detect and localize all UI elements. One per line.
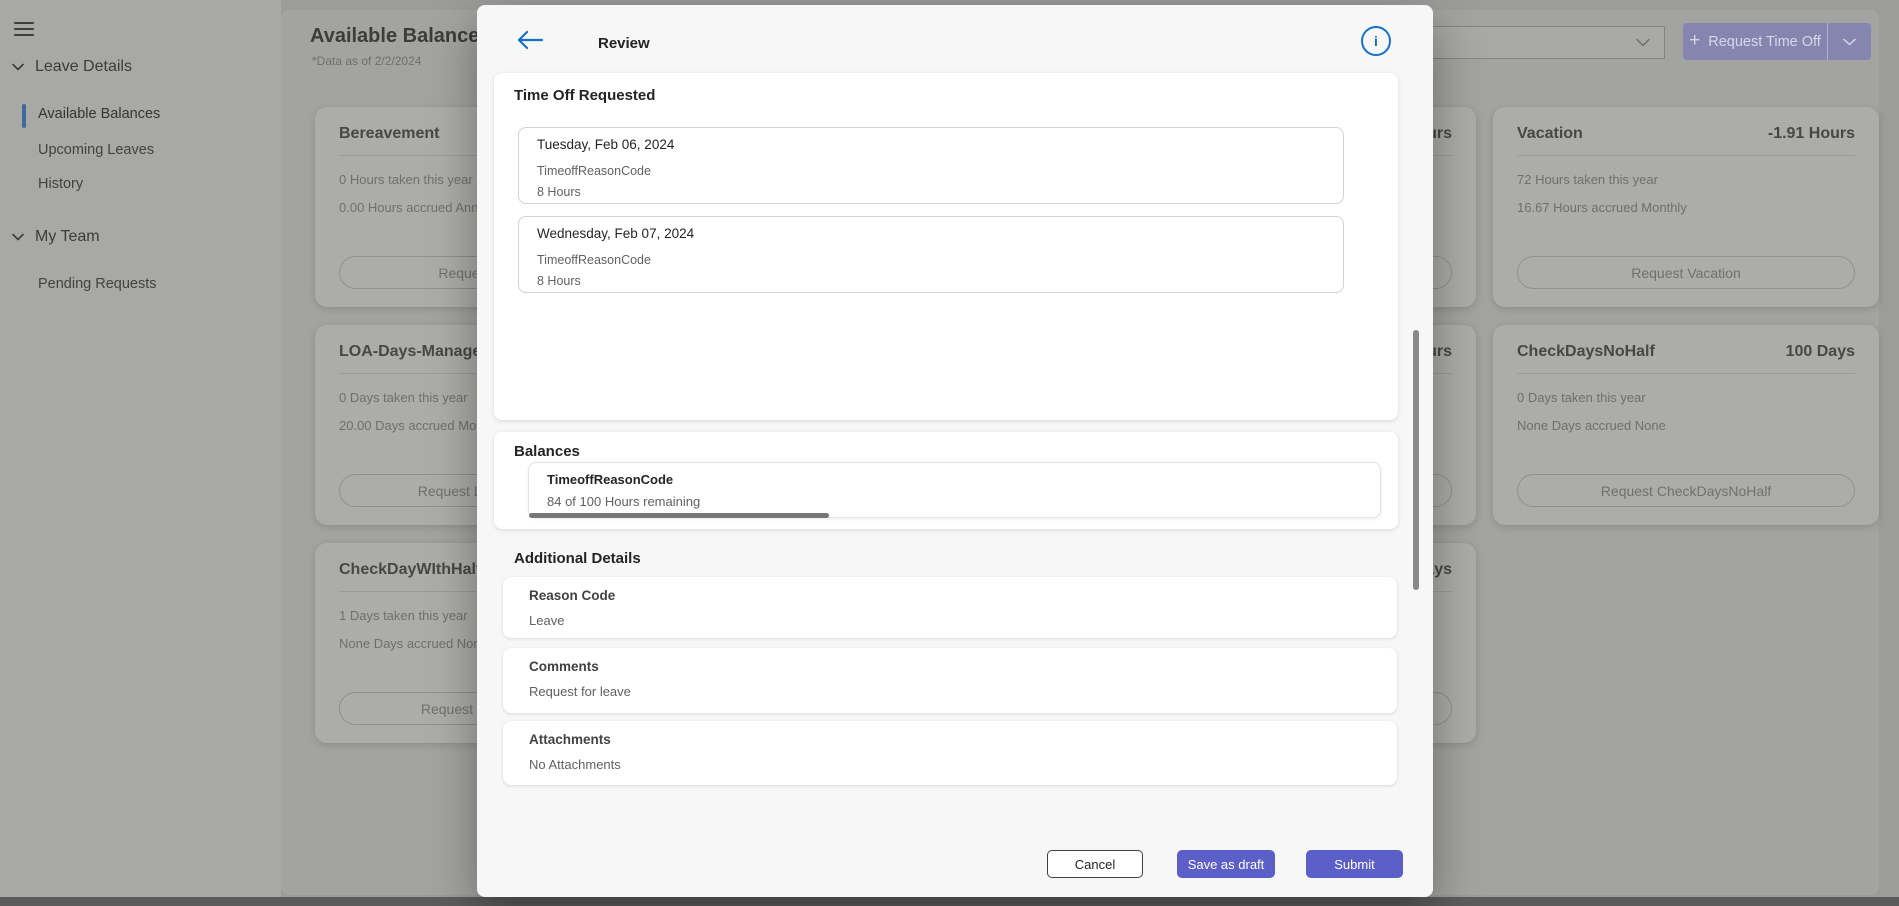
card-accrued: None Days accrued None [1517,418,1855,433]
modal-title: Review [598,35,650,52]
plus-icon: + [1689,31,1700,50]
bottom-edge-strip [0,897,1899,906]
entry-hours: 8 Hours [537,185,1325,199]
balance-remaining: 84 of 100 Hours remaining [547,494,1362,509]
selected-item-indicator [22,104,26,128]
request-time-off-menu-toggle[interactable] [1828,38,1871,46]
cancel-button[interactable]: Cancel [1047,850,1143,878]
entry-hours: 8 Hours [537,274,1325,288]
chevron-down-icon [1636,38,1650,47]
section-heading: Time Off Requested [514,87,655,104]
divider [1517,155,1855,156]
page-title: Available Balances [310,25,490,48]
request-time-off-button[interactable]: + Request Time Off [1683,23,1871,60]
sidebar-item-upcoming-leaves[interactable]: Upcoming Leaves [38,142,154,158]
detail-value: No Attachments [529,757,1371,772]
app-screen: Leave Details Available Balances Upcomin… [0,0,1899,906]
request-checkdaysnohalf-button[interactable]: Request CheckDaysNoHalf [1517,474,1855,507]
sidebar-section-label: Leave Details [35,58,132,76]
entry-reason: TimeoffReasonCode [537,253,1325,267]
sidebar-section-leave-details[interactable]: Leave Details [12,58,132,76]
time-off-entry: Tuesday, Feb 06, 2024 TimeoffReasonCode … [518,127,1344,204]
sidebar-item-history[interactable]: History [38,176,83,192]
time-off-requested-section: Time Off Requested Tuesday, Feb 06, 2024… [494,73,1398,420]
entry-date: Wednesday, Feb 07, 2024 [537,226,1325,241]
card-taken: 72 Hours taken this year [1517,172,1855,187]
card-title: LOA-Days-Manager [339,343,487,361]
detail-label: Reason Code [529,588,1371,603]
detail-value: Request for leave [529,684,1371,699]
balance-card-checkdaysnohalf: CheckDaysNoHalf 100 Days 0 Days taken thi… [1493,325,1879,525]
submit-button[interactable]: Submit [1306,850,1403,878]
info-icon[interactable]: i [1361,26,1391,56]
section-heading: Additional Details [514,550,641,567]
save-as-draft-button[interactable]: Save as draft [1177,850,1275,878]
detail-card-reason-code: Reason Code Leave [503,577,1397,638]
chevron-down-icon [12,233,24,241]
sidebar-section-label: My Team [35,228,100,246]
balance-name: TimeoffReasonCode [547,472,1362,487]
card-title: CheckDayWIthHalf [339,561,481,579]
time-off-entry: Wednesday, Feb 07, 2024 TimeoffReasonCod… [518,216,1344,293]
entry-date: Tuesday, Feb 06, 2024 [537,137,1325,152]
back-arrow-icon[interactable] [515,29,545,51]
request-vacation-button[interactable]: Request Vacation [1517,256,1855,289]
detail-value: Leave [529,613,1371,628]
card-title: Bereavement [339,125,440,143]
card-accrued: 16.67 Hours accrued Monthly [1517,200,1855,215]
card-taken: 0 Days taken this year [1517,390,1855,405]
detail-label: Comments [529,659,1371,674]
hamburger-menu-icon[interactable] [14,22,34,38]
sidebar-item-pending-requests[interactable]: Pending Requests [38,276,157,292]
balance-item: TimeoffReasonCode 84 of 100 Hours remain… [528,462,1381,518]
balance-card-vacation: Vacation -1.91 Hours 72 Hours taken this … [1493,107,1879,307]
detail-label: Attachments [529,732,1371,747]
card-title: CheckDaysNoHalf [1517,343,1655,361]
divider [1517,373,1855,374]
data-as-of-note: *Data as of 2/2/2024 [312,54,421,68]
entry-reason: TimeoffReasonCode [537,164,1325,178]
vertical-scrollbar-thumb[interactable] [1413,330,1419,590]
chevron-down-icon [1843,38,1856,46]
sidebar-section-my-team[interactable]: My Team [12,228,100,246]
section-heading: Balances [514,443,580,460]
card-title: Vacation [1517,125,1583,143]
card-value: -1.91 Hours [1768,125,1855,143]
card-value: 100 Days [1786,343,1855,361]
horizontal-scrollbar-thumb[interactable] [529,513,829,518]
sidebar-item-available-balances[interactable]: Available Balances [38,106,160,122]
request-time-off-label: Request Time Off [1708,34,1821,50]
detail-card-comments: Comments Request for leave [503,648,1397,713]
balances-section: Balances TimeoffReasonCode 84 of 100 Hou… [494,432,1398,529]
sidebar: Leave Details Available Balances Upcomin… [0,0,281,897]
detail-card-attachments: Attachments No Attachments [503,721,1397,785]
chevron-down-icon [12,63,24,71]
review-modal: Review i Time Off Requested Tuesday, Feb… [477,5,1433,897]
